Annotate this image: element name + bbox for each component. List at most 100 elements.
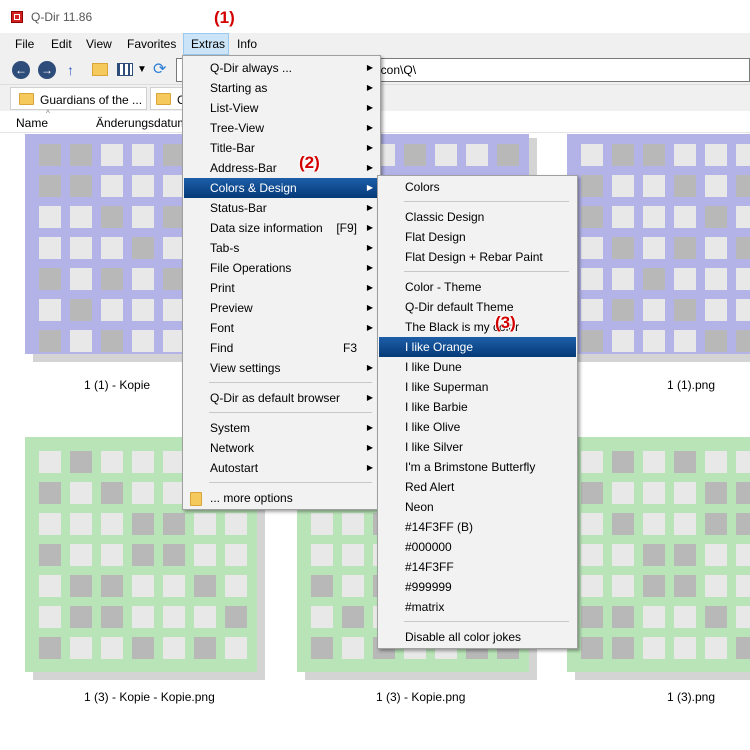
thumbnail-cell [163, 575, 185, 597]
menu-item-q-dir-always[interactable]: Q-Dir always ... ▶ [184, 58, 379, 78]
thumbnail-cell [581, 637, 603, 659]
menu-item-flat-design[interactable]: Flat Design [379, 227, 576, 247]
thumbnail-cell [101, 206, 123, 228]
thumbnail-item[interactable] [567, 134, 750, 364]
window-title: Q-Dir 11.86 [31, 10, 93, 24]
menu-item-i-like-olive[interactable]: I like Olive [379, 417, 576, 437]
thumbnail-cell [581, 330, 603, 352]
thumbnail-cell [497, 144, 519, 166]
thumbnail-cell [39, 330, 61, 352]
forward-icon[interactable]: → [38, 61, 56, 79]
thumbnail-cell [132, 482, 154, 504]
menu-item-q-dir-default-theme[interactable]: Q-Dir default Theme [379, 297, 576, 317]
thumbnail-cell [70, 268, 92, 290]
menu-info[interactable]: Info [230, 33, 264, 55]
menu-item-14f3ff-b[interactable]: #14F3FF (B) [379, 517, 576, 537]
menu-item-label: System [210, 421, 251, 435]
menu-item-network[interactable]: Network ▶ [184, 438, 379, 458]
menu-item-data-size-information[interactable]: Data size information [F9] ▶ [184, 218, 379, 238]
menu-item-font[interactable]: Font ▶ [184, 318, 379, 338]
back-icon[interactable]: ← [12, 61, 30, 79]
thumbnail-cell [101, 175, 123, 197]
thumbnail-cell [674, 175, 696, 197]
menu-favorites[interactable]: Favorites [120, 33, 183, 55]
thumbnail-cell [39, 299, 61, 321]
menu-item-print[interactable]: Print ▶ [184, 278, 379, 298]
tab-guardians[interactable]: Guardians of the ... [10, 87, 147, 110]
new-folder-icon[interactable] [92, 63, 108, 76]
thumbnail-caption: 1 (3) - Kopie.png [376, 690, 466, 704]
menu-item-000000[interactable]: #000000 [379, 537, 576, 557]
refresh-icon[interactable]: ⟳ [153, 61, 171, 79]
menu-item-title-bar[interactable]: Title-Bar ▶ [184, 138, 379, 158]
menu-item-matrix[interactable]: #matrix [379, 597, 576, 617]
menu-item-view-settings[interactable]: View settings ▶ [184, 358, 379, 378]
menu-item-autostart[interactable]: Autostart ▶ [184, 458, 379, 478]
menu-item-colors[interactable]: Colors [379, 177, 576, 197]
menu-item-find[interactable]: Find F3 [184, 338, 379, 358]
menu-item-the-black-is-my-color[interactable]: The Black is my color [379, 317, 576, 337]
column-name[interactable]: Name [16, 116, 48, 130]
thumbnail-cell [132, 575, 154, 597]
menu-view[interactable]: View [79, 33, 119, 55]
menu-item-red-alert[interactable]: Red Alert [379, 477, 576, 497]
menu-item-tree-view[interactable]: Tree-View ▶ [184, 118, 379, 138]
menu-item-starting-as[interactable]: Starting as ▶ [184, 78, 379, 98]
menu-edit[interactable]: Edit [44, 33, 79, 55]
menu-item-label: Status-Bar [210, 201, 267, 215]
thumbnail-item[interactable] [567, 437, 750, 682]
thumbnail-cell [581, 206, 603, 228]
menu-item-file-operations[interactable]: File Operations ▶ [184, 258, 379, 278]
thumbnail-cell [342, 637, 364, 659]
menu-item-color-theme[interactable]: Color - Theme [379, 277, 576, 297]
up-folder-icon[interactable]: ↑ [67, 61, 85, 79]
menu-item-q-dir-as-default-browser[interactable]: Q-Dir as default browser ▶ [184, 388, 379, 408]
thumbnail-cell [674, 330, 696, 352]
menu-item-list-view[interactable]: List-View ▶ [184, 98, 379, 118]
menu-item-i-like-superman[interactable]: I like Superman [379, 377, 576, 397]
thumbnail-cell [643, 637, 665, 659]
thumbnail-cell [705, 330, 727, 352]
menu-item-address-bar[interactable]: Address-Bar ▶ [184, 158, 379, 178]
menu-item-999999[interactable]: #999999 [379, 577, 576, 597]
menu-item-14f3ff[interactable]: #14F3FF [379, 557, 576, 577]
menu-item-flat-design-rebar-paint[interactable]: Flat Design + Rebar Paint [379, 247, 576, 267]
thumbnail-cell [311, 513, 333, 535]
thumbnail-cell [39, 268, 61, 290]
thumbnail-caption: 1 (3) - Kopie - Kopie.png [84, 690, 215, 704]
menu-item-disable-all-color-jokes[interactable]: Disable all color jokes [379, 627, 576, 647]
view-dropdown-icon[interactable]: ▼ [137, 61, 147, 79]
menu-item-label: Title-Bar [210, 141, 255, 155]
thumbnail-cell [643, 237, 665, 259]
thumbnail-cell [581, 268, 603, 290]
menu-item-colors-design[interactable]: Colors & Design ▶ [184, 178, 379, 198]
menu-item-system[interactable]: System ▶ [184, 418, 379, 438]
menu-item-more-options[interactable]: ... more options [184, 488, 379, 508]
menu-item-label: Color - Theme [405, 280, 482, 294]
menu-item-i-like-barbie[interactable]: I like Barbie [379, 397, 576, 417]
thumbnail-cell [101, 482, 123, 504]
thumbnail-cell [705, 513, 727, 535]
thumbnail-cell [39, 206, 61, 228]
menu-file[interactable]: File [8, 33, 41, 55]
column-date[interactable]: Änderungsdatum [96, 116, 187, 130]
submenu-arrow-icon: ▶ [366, 283, 373, 292]
menu-item-preview[interactable]: Preview ▶ [184, 298, 379, 318]
menu-item-i-like-dune[interactable]: I like Dune [379, 357, 576, 377]
menu-item-classic-design[interactable]: Classic Design [379, 207, 576, 227]
menu-extras[interactable]: Extras [183, 33, 229, 55]
thumbnail-cell [101, 237, 123, 259]
menu-item-neon[interactable]: Neon [379, 497, 576, 517]
thumbnail-cell [674, 513, 696, 535]
thumbnail-cell [225, 637, 247, 659]
view-mode-icon[interactable] [117, 63, 133, 76]
menu-item-status-bar[interactable]: Status-Bar ▶ [184, 198, 379, 218]
thumbnail-cell [70, 299, 92, 321]
menu-item-i-like-silver[interactable]: I like Silver [379, 437, 576, 457]
thumbnail-cell [70, 451, 92, 473]
menu-item-label: Starting as [210, 81, 268, 95]
menu-item-i-like-orange[interactable]: I like Orange [379, 337, 576, 357]
menu-item-i-m-a-brimstone-butterfly[interactable]: I'm a Brimstone Butterfly [379, 457, 576, 477]
thumbnail-cell [643, 513, 665, 535]
menu-item-tab-s[interactable]: Tab-s ▶ [184, 238, 379, 258]
